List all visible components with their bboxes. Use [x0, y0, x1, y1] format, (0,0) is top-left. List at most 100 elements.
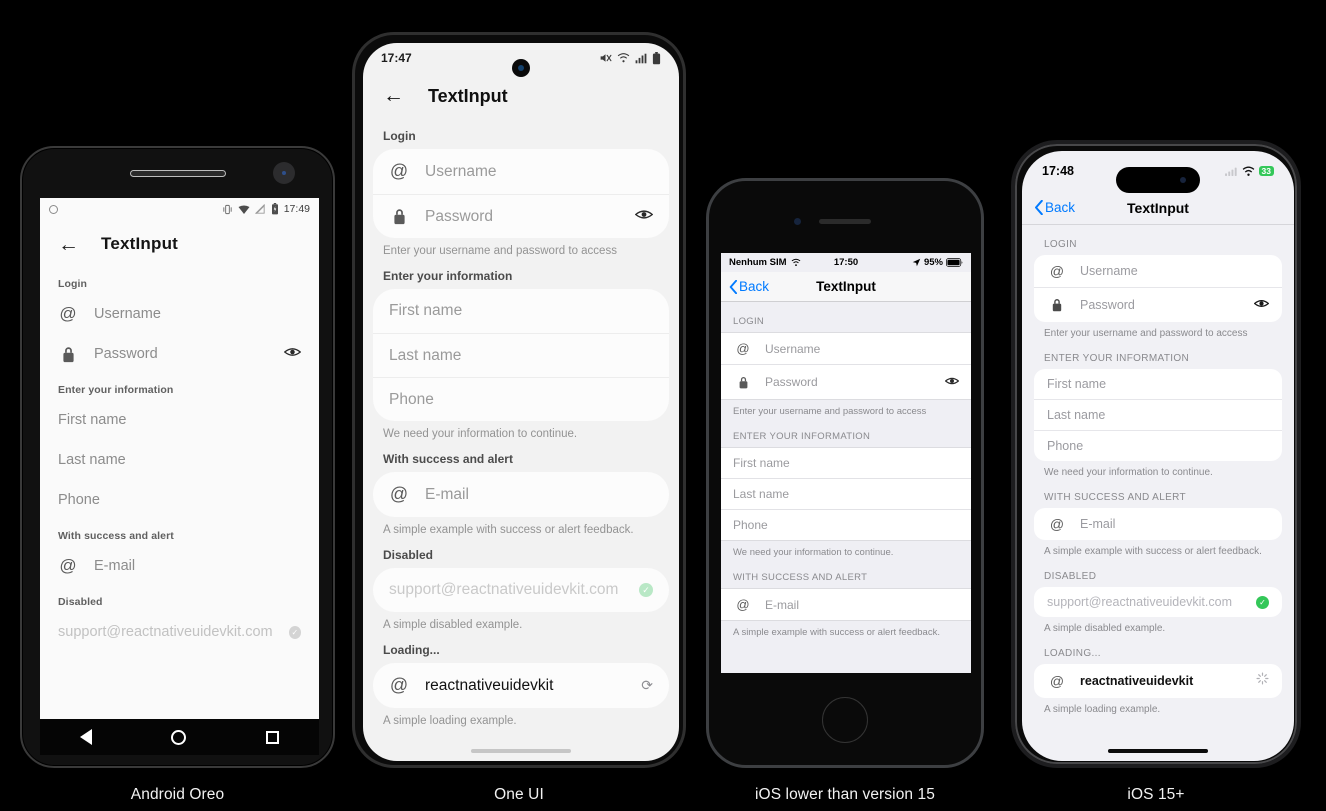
card-info: First name Last name Phone — [1034, 369, 1282, 461]
back-arrow-icon[interactable]: ← — [383, 84, 404, 108]
disabled-value: support@reactnativeuidevkit.com — [1047, 595, 1232, 609]
field-first-name[interactable]: First name — [40, 400, 319, 440]
field-phone[interactable]: Phone — [1034, 430, 1282, 461]
last-name-placeholder: Last name — [389, 346, 462, 364]
email-placeholder: E-mail — [94, 558, 136, 574]
chevron-left-icon — [1035, 200, 1043, 215]
field-phone[interactable]: Phone — [40, 480, 319, 520]
at-icon: @ — [59, 304, 77, 323]
one-ui-screen: 17:47 ← TextInput Login @ Username Passw… — [363, 43, 679, 761]
helper-success: A simple example with success or alert f… — [733, 627, 940, 638]
eye-icon[interactable] — [944, 373, 960, 391]
eye-icon[interactable] — [634, 208, 654, 226]
status-time: 17:48 — [1042, 164, 1074, 178]
field-phone[interactable]: Phone — [373, 377, 669, 421]
section-header-success: WITH SUCCESS AND ALERT — [1044, 492, 1186, 503]
field-password[interactable]: Password — [721, 364, 971, 399]
battery-icon — [652, 51, 661, 64]
section-header-info: ENTER YOUR INFORMATION — [733, 431, 871, 442]
field-first-name[interactable]: First name — [1034, 369, 1282, 399]
nav-back-button[interactable] — [79, 729, 92, 745]
field-disabled: support@reactnativeuidevkit.com ✓ — [1034, 587, 1282, 617]
caption-one-ui: One UI — [494, 786, 544, 803]
back-button[interactable]: Back — [1034, 200, 1075, 215]
back-label: Back — [739, 279, 770, 294]
card-success: @ E-mail — [373, 472, 669, 517]
field-first-name[interactable]: First name — [373, 289, 669, 333]
ios-old-nav-bar: Back TextInput — [721, 272, 971, 302]
helper-disabled: A simple disabled example. — [383, 619, 523, 631]
front-camera-icon — [512, 59, 530, 77]
field-password[interactable]: Password — [373, 194, 669, 238]
device-android-oreo: 17:49 ← TextInput Login @ Username Passw… — [20, 146, 335, 768]
eye-icon[interactable] — [1253, 296, 1270, 314]
field-username[interactable]: @ Username — [1034, 255, 1282, 287]
field-loading[interactable]: @ reactnativeuidevkit ⟳ — [373, 663, 669, 708]
section-header-disabled: Disabled — [58, 596, 103, 608]
at-icon: @ — [389, 484, 409, 504]
field-email[interactable]: @ E-mail — [1034, 508, 1282, 540]
field-phone[interactable]: Phone — [721, 509, 971, 540]
section-header-success: With success and alert — [58, 530, 174, 542]
section-header-login: Login — [383, 129, 416, 143]
section-header-disabled: DISABLED — [1044, 571, 1097, 582]
signal-off-icon — [254, 203, 265, 214]
nav-home-button[interactable] — [171, 729, 187, 745]
field-username[interactable]: @ Username — [721, 333, 971, 364]
at-icon: @ — [389, 161, 409, 181]
gesture-handle[interactable] — [471, 749, 571, 753]
field-password[interactable]: Password — [40, 334, 319, 374]
back-button[interactable]: Back — [729, 279, 769, 294]
section-header-success: With success and alert — [383, 452, 513, 466]
home-button[interactable] — [822, 697, 868, 743]
helper-loading: A simple loading example. — [1044, 704, 1161, 715]
at-icon: @ — [1049, 673, 1065, 689]
email-placeholder: E-mail — [765, 597, 800, 612]
first-name-placeholder: First name — [389, 302, 463, 319]
front-camera-icon — [273, 162, 295, 184]
cellular-icon — [1224, 167, 1237, 176]
chevron-left-icon — [729, 279, 737, 294]
mockup-stage: 17:49 ← TextInput Login @ Username Passw… — [0, 0, 1326, 811]
wifi-icon — [238, 205, 250, 214]
section-header-info: Enter your information — [58, 384, 174, 396]
field-last-name[interactable]: Last name — [721, 478, 971, 509]
one-ui-app-bar: ← TextInput — [363, 73, 679, 119]
nav-recents-button[interactable] — [266, 730, 280, 744]
mute-icon — [600, 54, 612, 62]
back-arrow-icon[interactable]: ← — [58, 234, 79, 255]
battery-percent: 95% — [923, 257, 943, 268]
field-email[interactable]: @ E-mail — [40, 546, 319, 586]
home-indicator[interactable] — [1108, 749, 1208, 753]
field-email[interactable]: @ E-mail — [721, 589, 971, 620]
android-navigation-bar — [40, 719, 319, 755]
status-time: 17:50 — [833, 257, 859, 268]
lock-icon — [1047, 298, 1067, 312]
username-placeholder: Username — [94, 306, 161, 322]
section-header-info: Enter your information — [383, 269, 513, 283]
helper-info: We need your information to continue. — [1044, 467, 1213, 478]
first-name-placeholder: First name — [733, 456, 790, 470]
vibrate-icon — [223, 204, 232, 214]
eye-icon[interactable] — [283, 345, 302, 363]
notification-dot-icon — [49, 204, 58, 214]
field-first-name[interactable]: First name — [721, 448, 971, 478]
field-username[interactable]: @ Username — [373, 149, 669, 194]
card-info: First name Last name Phone — [373, 289, 669, 421]
disabled-value: support@reactnativeuidevkit.com — [389, 581, 619, 598]
field-last-name[interactable]: Last name — [373, 333, 669, 377]
field-loading[interactable]: @ reactnativeuidevkit — [1034, 664, 1282, 698]
field-last-name[interactable]: Last name — [40, 440, 319, 480]
password-placeholder: Password — [1080, 298, 1135, 312]
field-password[interactable]: Password — [1034, 287, 1282, 322]
field-last-name[interactable]: Last name — [1034, 399, 1282, 430]
at-icon: @ — [1049, 516, 1065, 532]
card-loading: @ reactnativeuidevkit ⟳ — [373, 663, 669, 708]
ios-new-screen: 17:48 33 Back TextInput LOGIN @ Username… — [1022, 151, 1294, 761]
field-email[interactable]: @ E-mail — [373, 472, 669, 517]
at-icon: @ — [736, 597, 750, 612]
field-username[interactable]: @ Username — [40, 294, 319, 334]
ios-new-nav-bar: Back TextInput — [1022, 191, 1294, 225]
field-disabled: support@reactnativeuidevkit.com ✓ — [40, 612, 319, 652]
caption-ios-old: iOS lower than version 15 — [755, 786, 935, 803]
